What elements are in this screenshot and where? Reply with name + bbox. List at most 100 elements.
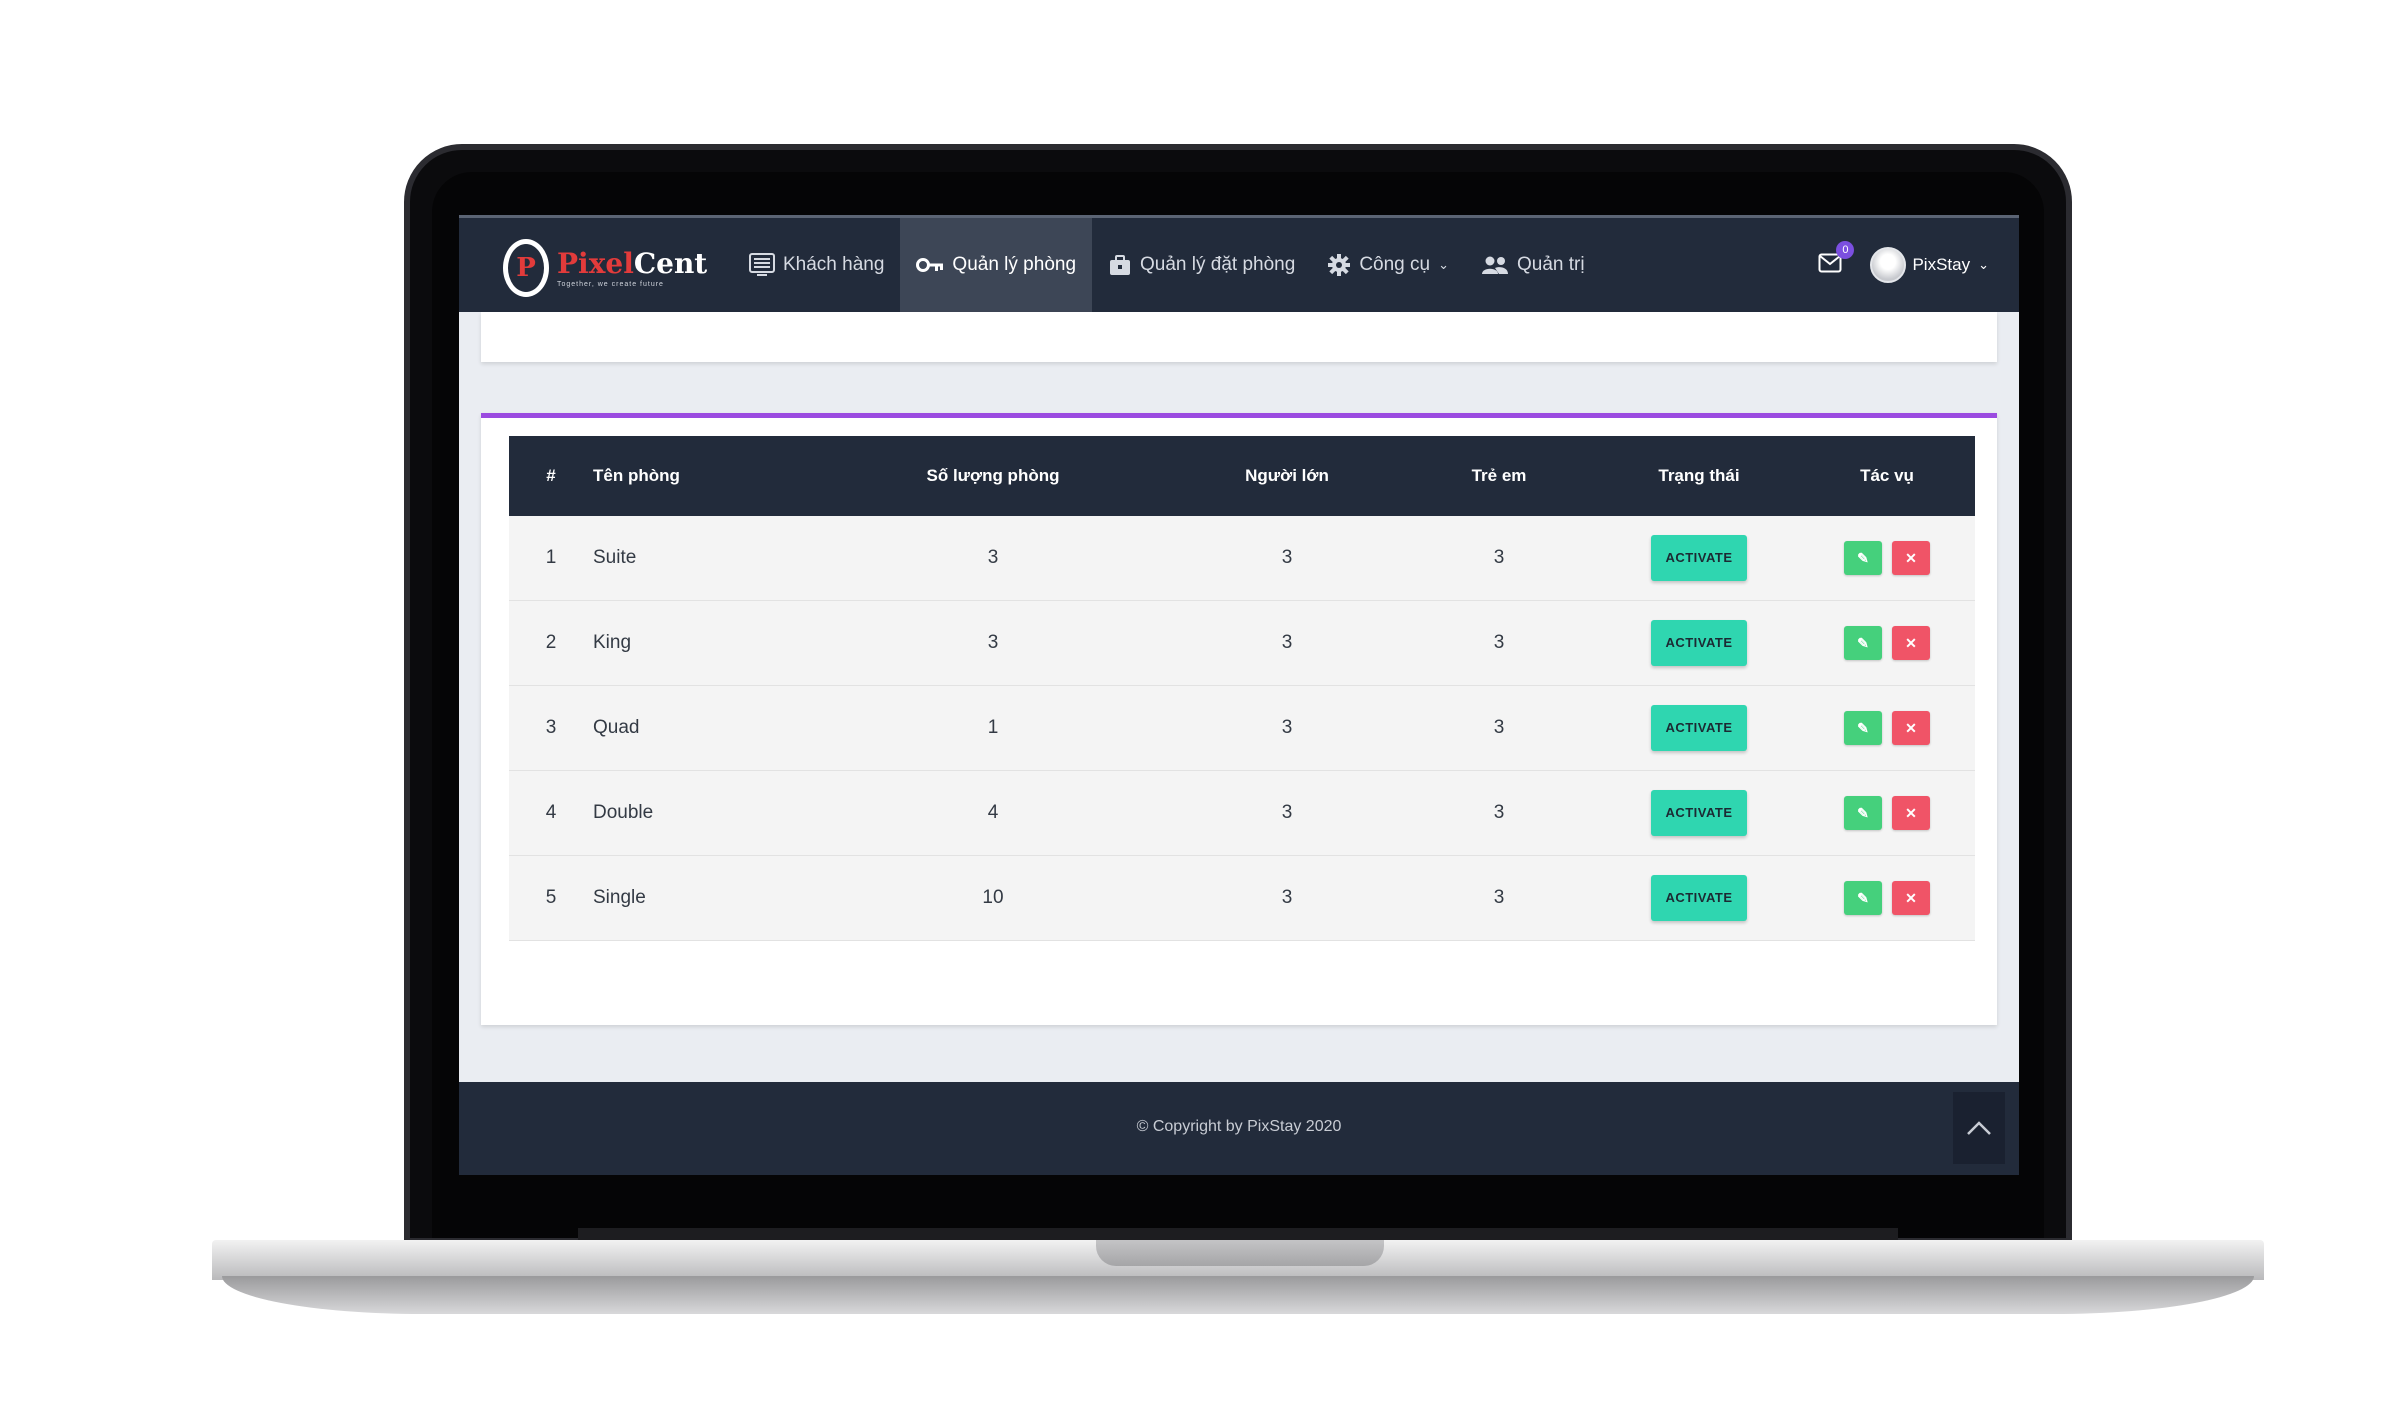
brand-name-part2: Cent (633, 246, 708, 280)
cell-number: 3 (545, 717, 557, 738)
briefcase-icon (1110, 255, 1131, 275)
cell-status: ACTIVATE (1599, 790, 1799, 836)
cell-status: ACTIVATE (1599, 875, 1799, 921)
logo-mark: P (503, 239, 549, 297)
close-icon: ✕ (1905, 549, 1917, 566)
footer: © Copyright by PixStay 2020 (459, 1082, 2019, 1175)
cell-room-name: Single (593, 887, 646, 908)
user-menu-chevron-icon[interactable]: ⌄ (1978, 257, 1989, 273)
cell-children: 3 (1493, 547, 1505, 568)
edit-button[interactable]: ✎ (1844, 711, 1882, 745)
pencil-icon: ✎ (1857, 719, 1869, 736)
menu-label-customers: Khách hàng (783, 254, 885, 275)
rooms-table: # Tên phòng Số lượng phòng Người lớn Trẻ… (509, 436, 1975, 941)
delete-button[interactable]: ✕ (1892, 626, 1930, 660)
menu-label-admin: Quản trị (1517, 254, 1585, 275)
edit-button[interactable]: ✎ (1844, 541, 1882, 575)
cell-room-count: 3 (987, 547, 999, 568)
mail-button[interactable]: 0 (1818, 240, 1855, 278)
main-menu: Khách hàng Quản lý phòng Quản lý đặt phò… (733, 218, 1601, 312)
menu-item-tools[interactable]: Công cụ ⌄ (1311, 218, 1465, 312)
logo-text: PixelCent Together, we create future (557, 246, 708, 288)
header-actions: Tác vụ (1860, 466, 1914, 485)
cell-actions: ✎ ✕ (1799, 541, 1975, 575)
mail-count-badge: 0 (1836, 240, 1855, 259)
delete-button[interactable]: ✕ (1892, 541, 1930, 575)
key-icon (916, 258, 944, 272)
pencil-icon: ✎ (1857, 634, 1869, 651)
table-row: 4 Double 4 3 3 ACTIVATE ✎ ✕ (509, 771, 1975, 856)
cell-room-name: Quad (593, 717, 640, 738)
edit-button[interactable]: ✎ (1844, 626, 1882, 660)
header-children: Trẻ em (1471, 466, 1527, 485)
cell-actions: ✎ ✕ (1799, 626, 1975, 660)
header-number: # (546, 466, 556, 485)
edit-button[interactable]: ✎ (1844, 796, 1882, 830)
cell-room-name: Double (593, 802, 654, 823)
pencil-icon: ✎ (1857, 549, 1869, 566)
top-navbar: P PixelCent Together, we create future K… (459, 215, 2019, 312)
activate-button[interactable]: ACTIVATE (1651, 790, 1747, 836)
cell-room-count: 10 (982, 887, 1004, 908)
cell-number: 1 (545, 547, 557, 568)
cell-status: ACTIVATE (1599, 620, 1799, 666)
user-name[interactable]: PixStay (1912, 255, 1970, 275)
top-card (481, 312, 1997, 362)
laptop-mockup: P PixelCent Together, we create future K… (0, 0, 2398, 1407)
activate-button[interactable]: ACTIVATE (1651, 620, 1747, 666)
cell-children: 3 (1493, 632, 1505, 653)
cell-number: 2 (545, 632, 557, 653)
cell-number: 5 (545, 887, 557, 908)
edit-button[interactable]: ✎ (1844, 881, 1882, 915)
pencil-icon: ✎ (1857, 889, 1869, 906)
cell-room-count: 3 (987, 632, 999, 653)
delete-button[interactable]: ✕ (1892, 796, 1930, 830)
header-status: Trạng thái (1658, 466, 1740, 485)
rooms-card: # Tên phòng Số lượng phòng Người lớn Trẻ… (481, 413, 1997, 1025)
table-row: 3 Quad 1 3 3 ACTIVATE ✎ ✕ (509, 686, 1975, 771)
delete-button[interactable]: ✕ (1892, 881, 1930, 915)
activate-button[interactable]: ACTIVATE (1651, 535, 1747, 581)
close-icon: ✕ (1905, 804, 1917, 821)
menu-label-tools: Công cụ (1359, 254, 1431, 275)
cell-actions: ✎ ✕ (1799, 796, 1975, 830)
pencil-icon: ✎ (1857, 804, 1869, 821)
cell-room-name: Suite (593, 547, 637, 568)
menu-item-booking-management[interactable]: Quản lý đặt phòng (1092, 218, 1311, 312)
activate-button[interactable]: ACTIVATE (1651, 705, 1747, 751)
cell-adults: 3 (1281, 547, 1293, 568)
table-row: 2 King 3 3 3 ACTIVATE ✎ ✕ (509, 601, 1975, 686)
cell-status: ACTIVATE (1599, 535, 1799, 581)
header-room-count: Số lượng phòng (926, 466, 1060, 485)
cell-room-count: 1 (987, 717, 999, 738)
list-icon (749, 253, 775, 276)
close-icon: ✕ (1905, 889, 1917, 906)
copyright-text: © Copyright by PixStay 2020 (1136, 1118, 1342, 1135)
cell-adults: 3 (1281, 717, 1293, 738)
logo-mark-letter: P (516, 253, 536, 283)
menu-item-admin[interactable]: Quản trị (1465, 218, 1601, 312)
cell-actions: ✎ ✕ (1799, 711, 1975, 745)
close-icon: ✕ (1905, 634, 1917, 651)
avatar[interactable] (1870, 247, 1907, 283)
scroll-to-top-button[interactable] (1953, 1092, 2005, 1164)
chevron-up-icon (1967, 1121, 1991, 1135)
menu-label-booking-management: Quản lý đặt phòng (1140, 254, 1296, 275)
nav-right: 0 PixStay ⌄ (1818, 218, 1989, 312)
activate-button[interactable]: ACTIVATE (1651, 875, 1747, 921)
brand-logo[interactable]: P PixelCent Together, we create future (503, 238, 707, 298)
users-icon (1482, 256, 1508, 274)
cell-adults: 3 (1281, 802, 1293, 823)
delete-button[interactable]: ✕ (1892, 711, 1930, 745)
menu-item-room-management[interactable]: Quản lý phòng (900, 218, 1093, 312)
table-row: 5 Single 10 3 3 ACTIVATE ✎ ✕ (509, 856, 1975, 941)
cell-adults: 3 (1281, 887, 1293, 908)
brand-tagline: Together, we create future (557, 280, 664, 288)
cell-room-name: King (593, 632, 632, 653)
cell-status: ACTIVATE (1599, 705, 1799, 751)
laptop-base-bottom (222, 1276, 2254, 1314)
cell-number: 4 (545, 802, 557, 823)
cell-children: 3 (1493, 717, 1505, 738)
menu-item-customers[interactable]: Khách hàng (733, 218, 900, 312)
header-room-name: Tên phòng (593, 466, 680, 485)
